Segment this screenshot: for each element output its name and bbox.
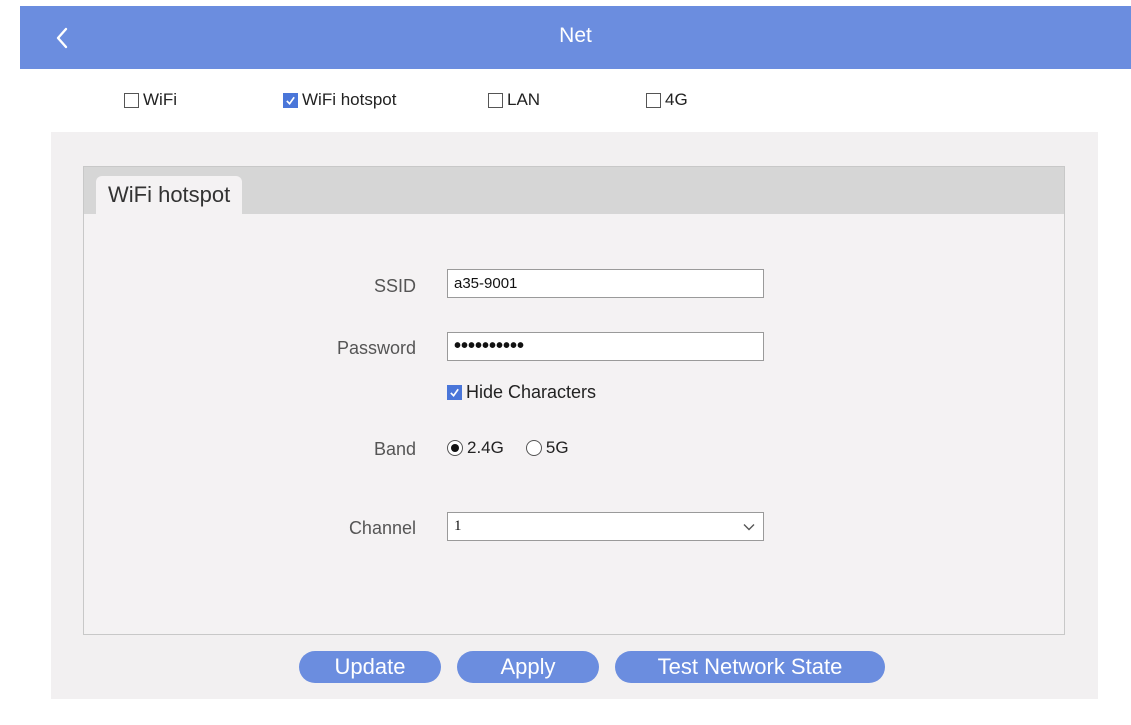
checkbox-lan[interactable] <box>488 92 503 108</box>
band-option-label: 5G <box>545 438 569 457</box>
checkmark-icon <box>286 96 295 105</box>
checkbox-wifi-hotspot[interactable] <box>283 92 298 108</box>
channel-select[interactable]: 1 <box>447 512 764 541</box>
tab-wifi-hotspot[interactable]: WiFi hotspot <box>96 176 243 214</box>
tab-strip: WiFi hotspot <box>84 167 1064 214</box>
checkbox-hide-characters[interactable] <box>447 385 462 400</box>
checkbox-wifi[interactable] <box>124 92 139 108</box>
net-type-label: 4G <box>665 90 688 109</box>
band-radio-group: 2.4G 5G <box>447 438 591 458</box>
channel-value: 1 <box>454 518 462 534</box>
net-type-wifi-hotspot[interactable]: WiFi hotspot <box>283 90 396 110</box>
hide-characters-label: Hide Characters <box>466 382 597 402</box>
apply-button[interactable]: Apply <box>457 651 599 683</box>
wifi-hotspot-group: WiFi hotspot SSID a35-9001 Password ••••… <box>83 166 1065 635</box>
password-label: Password <box>336 338 416 358</box>
band-option-5g[interactable]: 5G <box>525 438 569 458</box>
title-bar: Net <box>20 6 1131 69</box>
update-button[interactable]: Update <box>299 651 441 683</box>
radio-5g[interactable] <box>525 440 542 456</box>
chevron-down-icon <box>743 523 755 530</box>
password-input[interactable]: •••••••••• <box>447 332 764 361</box>
net-type-wifi[interactable]: WiFi <box>124 90 177 110</box>
net-type-4g[interactable]: 4G <box>646 90 688 110</box>
net-type-label: WiFi <box>143 90 177 109</box>
radio-2-4g[interactable] <box>447 440 463 456</box>
checkmark-icon <box>450 388 459 397</box>
hide-characters-checkbox[interactable]: Hide Characters <box>447 382 596 403</box>
net-type-label: LAN <box>507 90 541 109</box>
net-type-label: WiFi hotspot <box>302 90 397 109</box>
band-option-label: 2.4G <box>467 438 504 457</box>
ssid-input[interactable]: a35-9001 <box>447 269 764 298</box>
test-network-state-button[interactable]: Test Network State <box>615 651 885 683</box>
ssid-label: SSID <box>373 276 416 296</box>
page-title: Net <box>559 24 592 47</box>
band-option-2-4g[interactable]: 2.4G <box>447 438 504 458</box>
channel-label: Channel <box>348 518 416 538</box>
net-type-lan[interactable]: LAN <box>488 90 540 110</box>
band-label: Band <box>373 439 416 459</box>
settings-panel: WiFi hotspot SSID a35-9001 Password ••••… <box>51 132 1098 699</box>
checkbox-4g[interactable] <box>646 92 661 108</box>
network-type-selector: WiFi WiFi hotspot LAN 4G <box>0 90 1131 114</box>
